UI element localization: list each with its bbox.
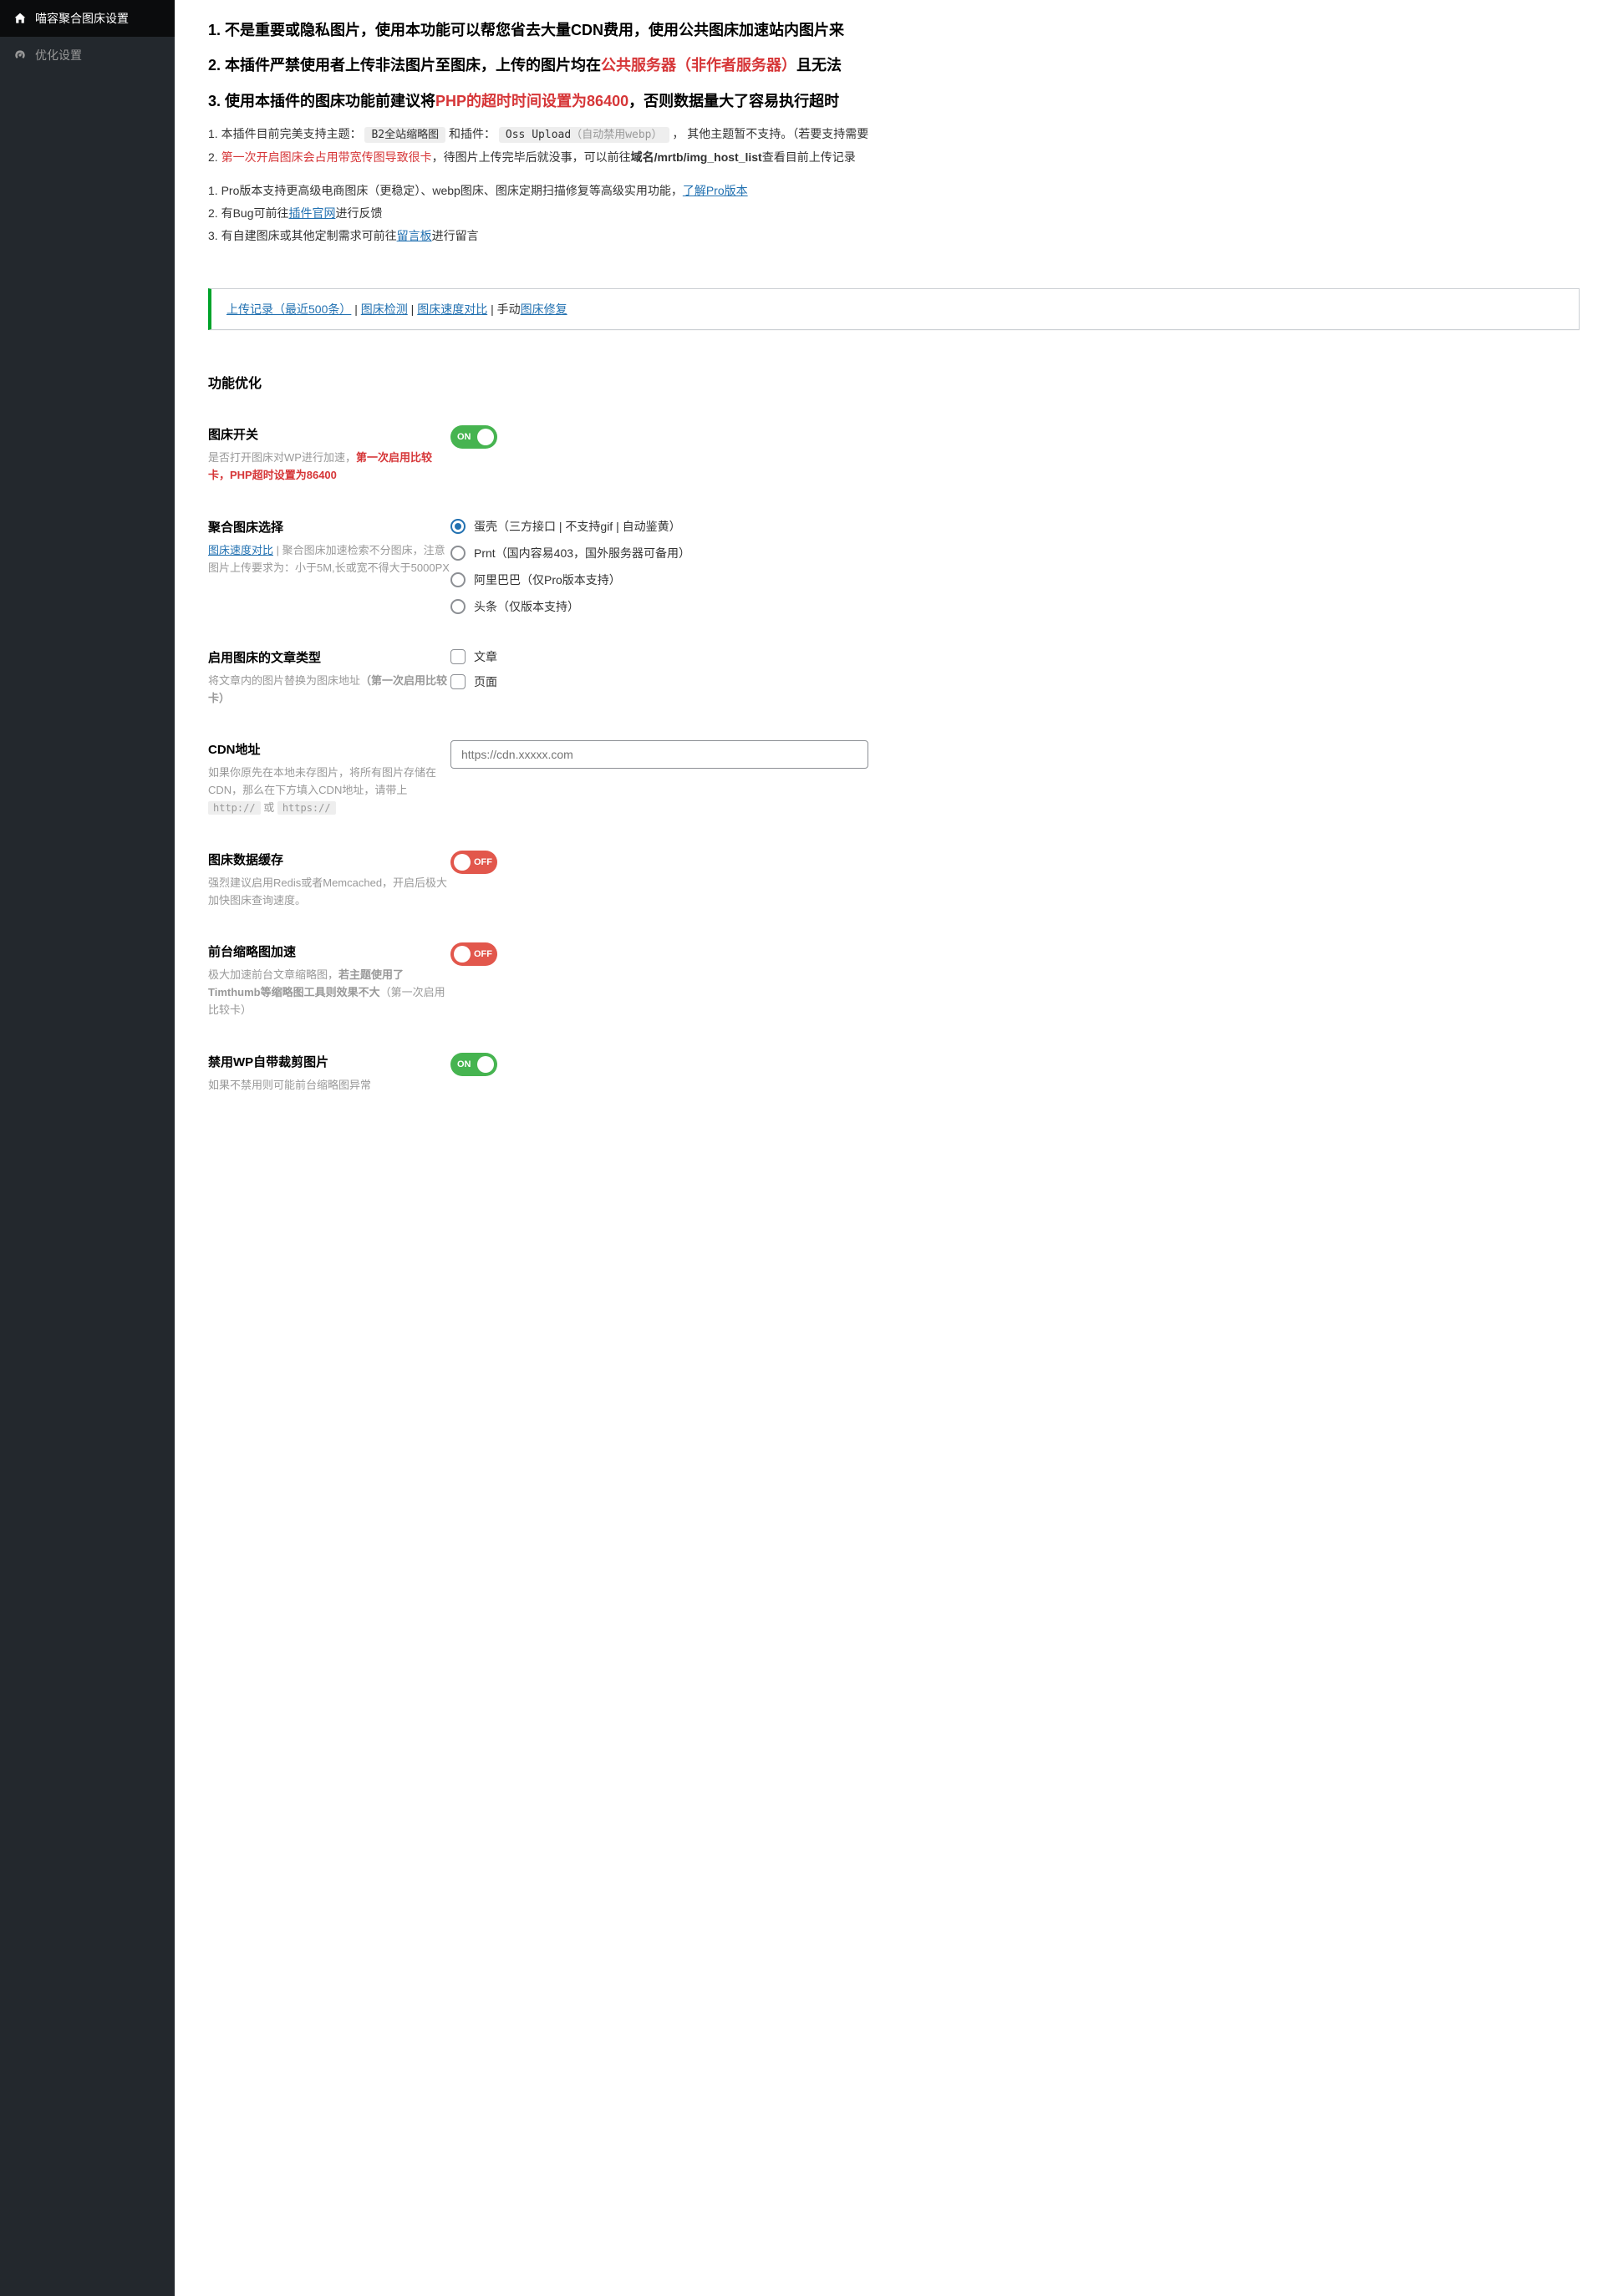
label-crop: 禁用WP自带裁剪图片 — [208, 1053, 450, 1070]
notice-bar: 上传记录（最近500条） | 图床检测 | 图床速度对比 | 手动图床修复 — [208, 288, 1580, 330]
home-icon — [13, 12, 27, 25]
custom-info: 有自建图床或其他定制需求可前往留言板进行留言 — [208, 225, 1580, 247]
intro-item-3: 使用本插件的图床功能前建议将PHP的超时时间设置为86400，否则数据量大了容易… — [208, 88, 1580, 114]
intro-section: 不是重要或隐私图片，使用本功能可以帮您省去大量CDN费用，使用公共图床加速站内图… — [175, 0, 1613, 263]
main-content: 不是重要或隐私图片，使用本功能可以帮您省去大量CDN费用，使用公共图床加速站内图… — [175, 0, 1613, 1111]
sidebar-item-image-host[interactable]: 喵容聚合图床设置 — [0, 0, 175, 37]
upload-log-link[interactable]: 上传记录（最近500条） — [226, 302, 351, 316]
radio-toutiao[interactable]: 头条（仅版本支持） — [450, 598, 1580, 615]
board-link[interactable]: 留言板 — [397, 229, 432, 242]
row-crop: 禁用WP自带裁剪图片 如果不禁用则可能前台缩略图异常 ON — [175, 1036, 1613, 1111]
label-cdn: CDN地址 — [208, 740, 450, 758]
tag-plugin: Oss Upload（自动禁用webp） — [499, 127, 669, 143]
row-posttype: 启用图床的文章类型 将文章内的图片替换为图床地址（第一次启用比较卡） 文章 页面 — [175, 632, 1613, 724]
label-host: 聚合图床选择 — [208, 518, 450, 536]
row-cdn: CDN地址 如果你原先在本地未存图片，将所有图片存储在CDN，那么在下方填入CD… — [175, 724, 1613, 833]
label-cache: 图床数据缓存 — [208, 851, 450, 868]
row-cache: 图床数据缓存 强烈建议启用Redis或者Memcached，开启后极大加快图床查… — [175, 834, 1613, 927]
radio-danke[interactable]: 蛋壳（三方接口 | 不支持gif | 自动鉴黄） — [450, 518, 1580, 535]
intro-item-1: 不是重要或隐私图片，使用本功能可以帮您省去大量CDN费用，使用公共图床加速站内图… — [208, 17, 1580, 43]
sidebar-item-optimize[interactable]: 优化设置 — [0, 37, 175, 74]
check-post[interactable]: 文章 — [450, 648, 1580, 665]
row-thumb: 前台缩略图加速 极大加速前台文章缩略图，若主题使用了Timthumb等缩略图工具… — [175, 926, 1613, 1035]
toggle-cache[interactable]: OFF — [450, 851, 497, 874]
radio-alibaba[interactable]: 阿里巴巴（仅Pro版本支持） — [450, 571, 1580, 588]
toggle-crop[interactable]: ON — [450, 1053, 497, 1076]
cdn-input[interactable] — [450, 740, 868, 769]
section-title: 功能优化 — [175, 355, 1613, 409]
sidebar-item-label: 喵容聚合图床设置 — [35, 10, 129, 27]
row-host: 聚合图床选择 图床速度对比 | 聚合图床加速检索不分图床，注意图片上传要求为：小… — [175, 501, 1613, 632]
pro-info: Pro版本支持更高级电商图床（更稳定）、webp图床、图床定期扫描修复等高级实用… — [208, 180, 1580, 202]
intro-item-4: 本插件目前完美支持主题： B2全站缩略图 和插件： Oss Upload（自动禁… — [208, 123, 1580, 146]
speed-link[interactable]: 图床速度对比 — [417, 302, 487, 316]
toggle-thumb[interactable]: OFF — [450, 942, 497, 966]
pro-link[interactable]: 了解Pro版本 — [683, 184, 748, 197]
speed-compare-link[interactable]: 图床速度对比 — [208, 544, 273, 556]
check-page[interactable]: 页面 — [450, 673, 1580, 690]
label-thumb: 前台缩略图加速 — [208, 942, 450, 960]
label-switch: 图床开关 — [208, 425, 450, 443]
intro-item-5: 第一次开启图床会占用带宽传图导致很卡，待图片上传完毕后就没事，可以前往域名/mr… — [208, 146, 1580, 169]
bug-info: 有Bug可前往插件官网进行反馈 — [208, 202, 1580, 225]
radio-prnt[interactable]: Prnt（国内容易403，国外服务器可备用） — [450, 545, 1580, 561]
toggle-switch[interactable]: ON — [450, 425, 497, 449]
sidebar-item-label: 优化设置 — [35, 47, 82, 63]
gauge-icon — [13, 48, 27, 62]
row-switch: 图床开关 是否打开图床对WP进行加速，第一次启用比较卡，PHP超时设置为8640… — [175, 409, 1613, 501]
check-link[interactable]: 图床检测 — [361, 302, 408, 316]
site-link[interactable]: 插件官网 — [289, 206, 336, 220]
label-posttype: 启用图床的文章类型 — [208, 648, 450, 666]
sidebar: 喵容聚合图床设置 优化设置 — [0, 0, 175, 2296]
intro-item-2: 本插件严禁使用者上传非法图片至图床，上传的图片均在公共服务器（非作者服务器）且无… — [208, 52, 1580, 79]
tag-theme: B2全站缩略图 — [364, 127, 445, 143]
repair-link[interactable]: 图床修复 — [521, 302, 567, 316]
